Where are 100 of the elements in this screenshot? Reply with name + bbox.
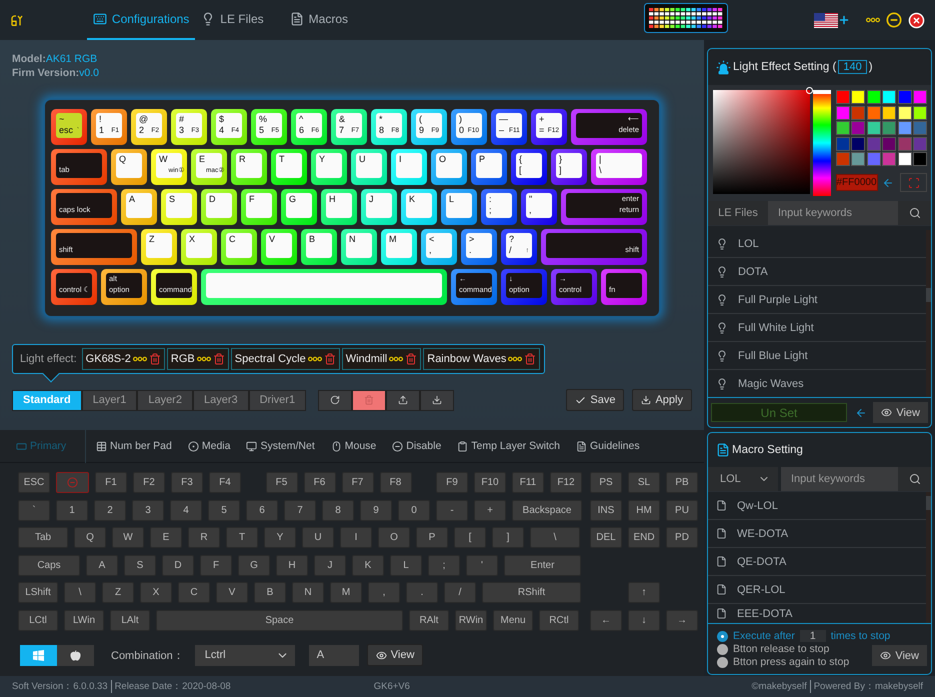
key-button[interactable]: Caps	[18, 554, 80, 576]
key-button[interactable]: F	[200, 554, 232, 576]
radio-button[interactable]	[717, 630, 728, 642]
key-button[interactable]: SL	[628, 472, 660, 493]
color-swatch[interactable]	[836, 106, 850, 120]
keycap[interactable]: S	[161, 189, 197, 225]
count-field[interactable]: 1	[800, 630, 826, 642]
key-button[interactable]: I	[340, 527, 372, 548]
keycap[interactable]: T	[271, 149, 307, 185]
key-button[interactable]: RAlt	[409, 610, 449, 630]
key-button[interactable]: Q	[74, 527, 106, 548]
color-swatch[interactable]	[898, 121, 912, 135]
color-swatch[interactable]	[851, 90, 865, 104]
keycap[interactable]: X	[181, 229, 217, 265]
key-button[interactable]: Z	[102, 582, 134, 603]
trash-icon[interactable]	[324, 353, 336, 365]
key-button[interactable]: 9	[360, 500, 392, 520]
key-button[interactable]: PB	[666, 472, 698, 493]
key-button[interactable]: F11	[512, 472, 544, 493]
key-button[interactable]: RShift	[482, 582, 581, 603]
key-button[interactable]: PS	[590, 472, 622, 493]
search-button[interactable]	[898, 467, 931, 491]
key-button[interactable]: LShift	[18, 582, 58, 603]
function-tab[interactable]: Media	[184, 430, 234, 462]
plus-icon[interactable]	[838, 14, 850, 26]
function-tab[interactable]: Mouse	[326, 430, 380, 462]
key-button[interactable]: W	[112, 527, 144, 548]
keycap[interactable]: } ]	[551, 149, 587, 185]
keycap[interactable]: O	[431, 149, 467, 185]
key-button[interactable]: U	[302, 527, 334, 548]
key-button[interactable]: 0	[398, 500, 430, 520]
key-button[interactable]: B	[254, 582, 286, 603]
stop-option[interactable]: Btton press again to stop	[717, 656, 868, 668]
view-button[interactable]: View	[873, 402, 928, 423]
color-swatch[interactable]	[913, 136, 927, 150]
layer-tab[interactable]: Driver1	[248, 390, 306, 410]
layer-tab[interactable]: Layer2	[137, 390, 193, 410]
effect-chip[interactable]: Rainbow Waves	[423, 348, 540, 370]
keycap[interactable]: { [	[511, 149, 547, 185]
keycap[interactable]: > .	[461, 229, 497, 265]
key-button[interactable]: ESC	[18, 472, 50, 493]
function-tab[interactable]: Disable	[388, 430, 446, 462]
color-swatch[interactable]	[898, 152, 912, 166]
key-button[interactable]: -	[436, 500, 468, 520]
function-tab[interactable]: Guidelines	[572, 430, 644, 462]
key-button[interactable]: LAlt	[110, 610, 150, 630]
key-button[interactable]: F9	[436, 472, 468, 493]
saturation-area[interactable]	[713, 90, 810, 194]
key-button[interactable]: \	[530, 527, 580, 548]
key-button[interactable]: PD	[666, 527, 698, 548]
keycap[interactable]: Z	[141, 229, 177, 265]
key-button[interactable]: F2	[133, 472, 165, 493]
color-swatch[interactable]	[898, 136, 912, 150]
nav-tab[interactable]: LE Files	[195, 0, 270, 40]
trash-icon[interactable]	[405, 353, 418, 365]
key-field[interactable]: A	[308, 644, 359, 666]
key-button[interactable]: F5	[266, 472, 298, 493]
download-button[interactable]	[420, 390, 454, 410]
keycap[interactable]: H	[321, 189, 357, 225]
color-swatch[interactable]	[913, 121, 927, 135]
effect-chip[interactable]: Spectral Cycle	[230, 348, 340, 370]
key-button[interactable]: P	[416, 527, 448, 548]
layer-tab[interactable]: Layer3	[192, 390, 249, 410]
color-swatch[interactable]	[898, 106, 912, 120]
color-swatch[interactable]	[851, 152, 865, 166]
key-button[interactable]: ]	[492, 527, 524, 548]
key-button[interactable]: X	[140, 582, 172, 603]
upload-button[interactable]	[386, 390, 420, 410]
color-swatch[interactable]	[851, 121, 865, 135]
key-button[interactable]: 1	[56, 500, 88, 520]
key-button[interactable]: S	[124, 554, 156, 576]
apply-button[interactable]: Apply	[632, 389, 692, 411]
key-button[interactable]: Space	[156, 610, 403, 630]
key-button[interactable]: 8	[322, 500, 354, 520]
color-swatch[interactable]	[882, 136, 896, 150]
key-button[interactable]: [	[454, 527, 486, 548]
key-button[interactable]: .	[406, 582, 438, 603]
keycap[interactable]: L	[441, 189, 477, 225]
macro-filter-dropdown[interactable]: LOL	[708, 467, 778, 491]
key-button[interactable]: T	[226, 527, 258, 548]
function-tab[interactable]: System/Net	[242, 430, 319, 462]
key-button[interactable]: HM	[628, 500, 660, 520]
keycap[interactable]: " ,	[521, 189, 557, 225]
keycap[interactable]: D	[201, 189, 237, 225]
nav-tab[interactable]: Macros	[284, 0, 354, 40]
hue-slider[interactable]	[812, 90, 830, 196]
search-field[interactable]: Input keywords	[781, 467, 898, 491]
key-button[interactable]: RWin	[455, 610, 487, 630]
keycap[interactable]: : ;	[481, 189, 517, 225]
windows-button[interactable]	[20, 644, 57, 666]
key-button[interactable]: 5	[208, 500, 240, 520]
key-button[interactable]: L	[390, 554, 422, 576]
effect-chip[interactable]: Windmill	[342, 348, 422, 370]
key-button[interactable]: J	[314, 554, 346, 576]
key-button[interactable]: N	[292, 582, 324, 603]
color-swatch[interactable]	[913, 106, 927, 120]
key-button[interactable]: `	[18, 500, 50, 520]
key-button[interactable]: LWin	[64, 610, 104, 630]
key-button[interactable]: F3	[171, 472, 203, 493]
key-button[interactable]: R	[188, 527, 220, 548]
